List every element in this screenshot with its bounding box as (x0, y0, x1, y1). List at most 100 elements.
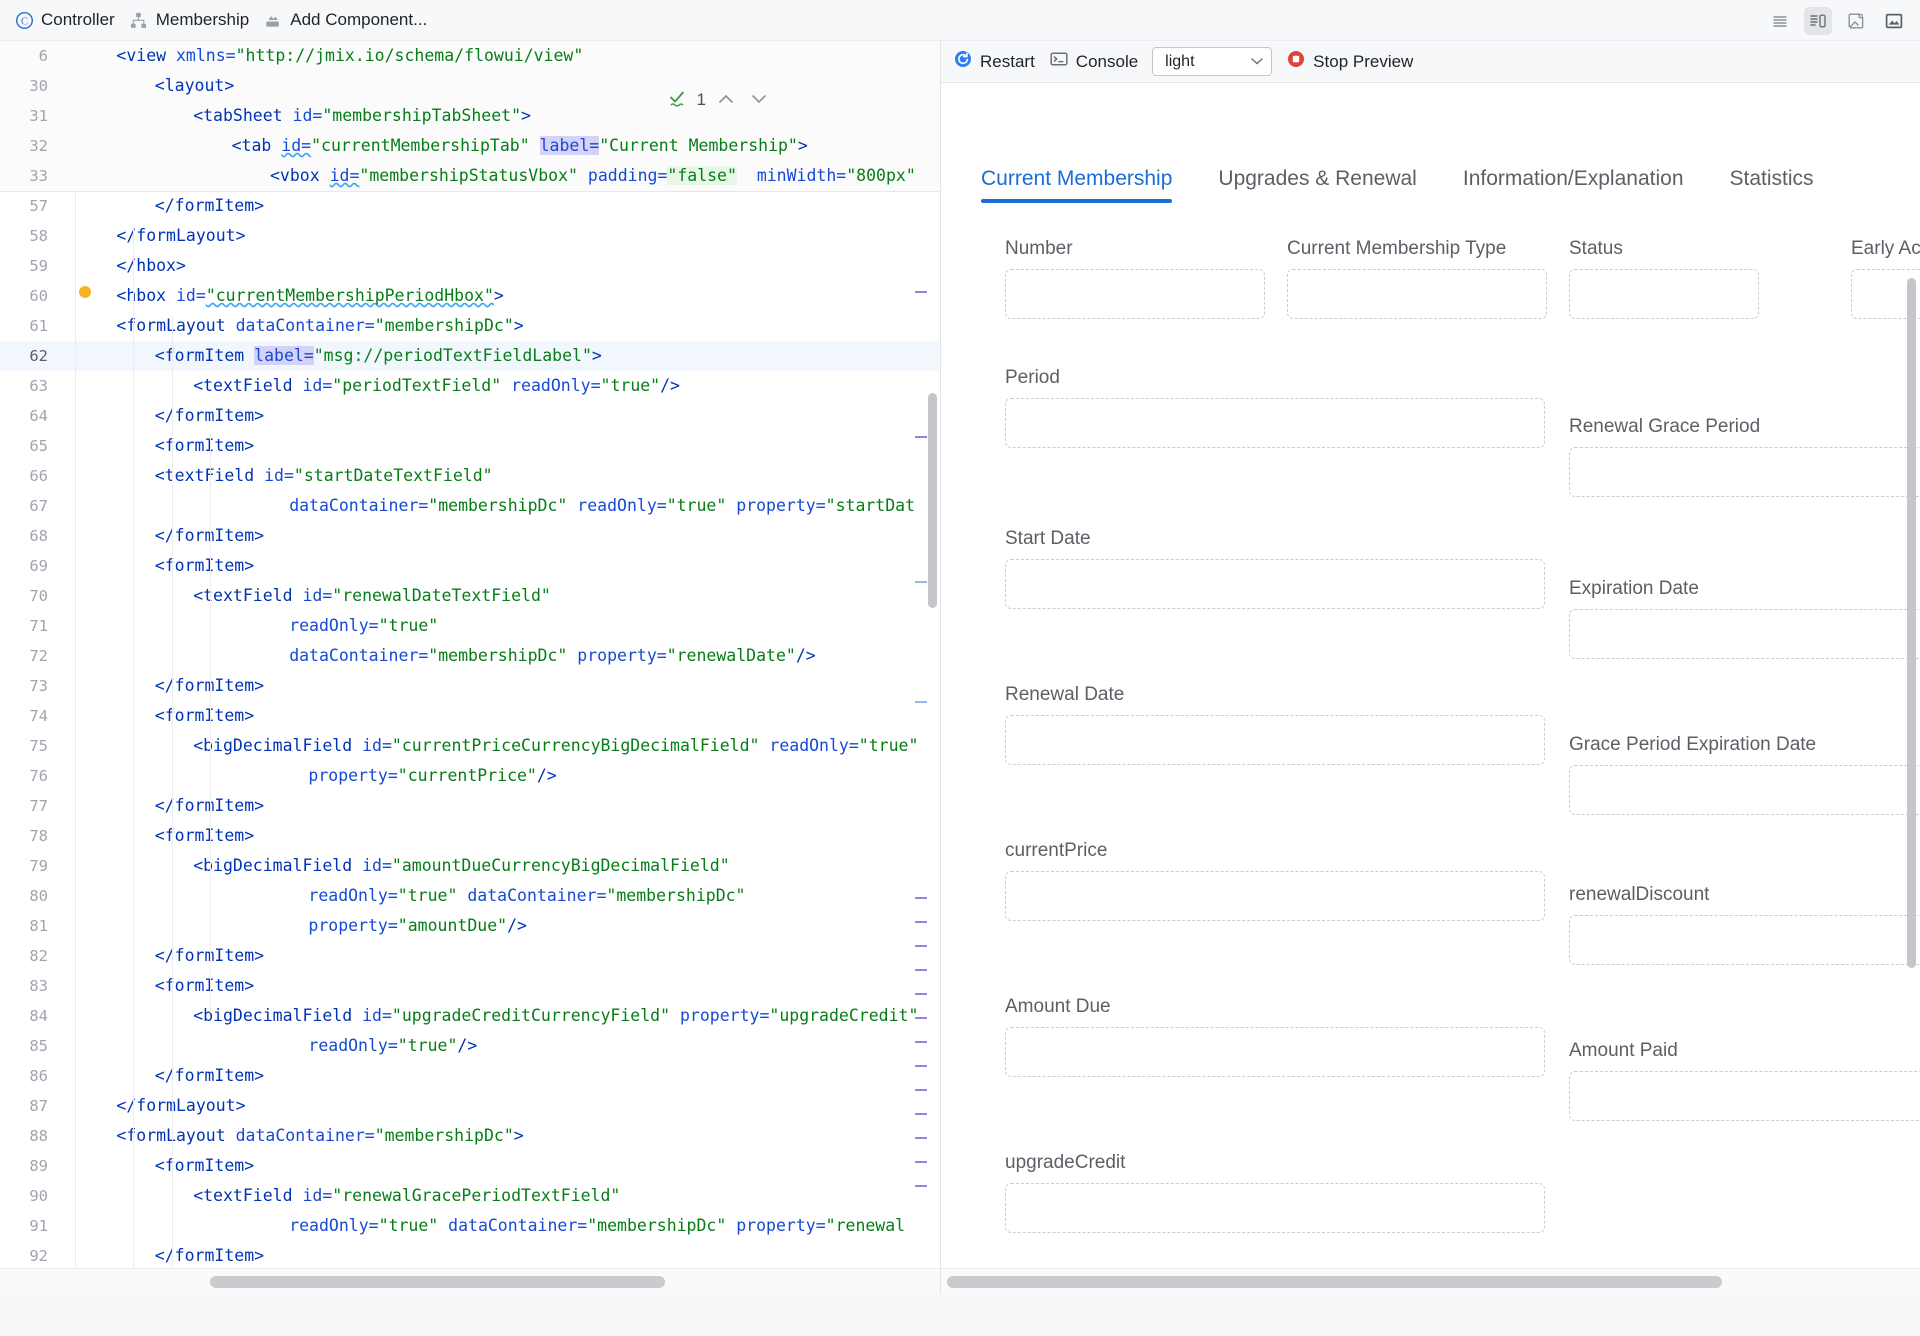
code-line[interactable]: 91 readOnly="true" dataContainer="members… (0, 1211, 940, 1241)
code-line[interactable]: 79 <bigDecimalField id="amountDueCurrency… (0, 851, 940, 881)
error-stripe-mark[interactable] (915, 1113, 927, 1115)
code-line[interactable]: 74 <formItem> (0, 701, 940, 731)
code-line[interactable]: 58 </formLayout> (0, 221, 940, 251)
code-line[interactable]: 64 </formItem> (0, 401, 940, 431)
text-view-icon[interactable] (1766, 7, 1794, 35)
add-component-button[interactable]: Add Component... (259, 8, 437, 32)
preview-canvas[interactable]: Current Membership Upgrades & Renewal Info… (941, 83, 1920, 1294)
restart-button[interactable]: Restart (953, 49, 1035, 74)
code-line[interactable]: 30 <layout> (0, 71, 940, 101)
error-stripe-mark[interactable] (915, 969, 927, 971)
breadcrumb-controller[interactable]: C Controller (10, 8, 125, 32)
code-line[interactable]: 66 <textField id="startDateTextField" (0, 461, 940, 491)
form-field-input[interactable] (1569, 269, 1759, 319)
design-view-icon[interactable] (1880, 7, 1908, 35)
error-stripe-mark[interactable] (915, 581, 927, 583)
code-line[interactable]: 77</formItem> (0, 791, 940, 821)
breadcrumb-membership[interactable]: Membership (125, 8, 260, 32)
intention-bulb-icon[interactable] (79, 286, 91, 298)
code-line[interactable]: 68</formItem> (0, 521, 940, 551)
theme-select[interactable]: light (1152, 47, 1273, 76)
code-line[interactable]: 32 <tab id="currentMembershipTab" label="… (0, 131, 940, 161)
form-field-input[interactable] (1569, 447, 1920, 497)
error-stripe-mark[interactable] (915, 1161, 927, 1163)
error-stripe-mark[interactable] (915, 993, 927, 995)
preview-tab-3[interactable]: Statistics (1730, 158, 1814, 203)
form-field-input[interactable] (1569, 609, 1920, 659)
code-line[interactable]: 92 </formItem> (0, 1241, 940, 1271)
xml-code-editor[interactable]: 57 </formItem> 58 </formLayout> 59 </hbox> 60 <… (0, 41, 941, 1294)
error-stripe-mark[interactable] (915, 897, 927, 899)
error-stripe-mark[interactable] (915, 436, 927, 438)
code-line[interactable]: 78 <formItem> (0, 821, 940, 851)
preview-tab-2[interactable]: Information/Explanation (1463, 158, 1684, 203)
preview-horizontal-scrollbar-thumb[interactable] (947, 1276, 1722, 1288)
form-field-input[interactable] (1005, 269, 1265, 319)
code-line[interactable]: 31 <tabSheet id="membershipTabSheet"> (0, 101, 940, 131)
code-line[interactable]: 72 dataContainer="membershipDc" property=… (0, 641, 940, 671)
error-stripe-mark[interactable] (915, 945, 927, 947)
code-lines[interactable]: 57 </formItem> 58 </formLayout> 59 </hbox> 60 <… (0, 191, 940, 1294)
code-line[interactable]: 85 readOnly="true"/> (0, 1031, 940, 1061)
code-line[interactable]: 71 readOnly="true" (0, 611, 940, 641)
preview-vertical-scrollbar[interactable] (1907, 278, 1916, 968)
error-stripe-mark[interactable] (915, 1041, 927, 1043)
code-line[interactable]: 84 <bigDecimalField id="upgradeCreditCurr… (0, 1001, 940, 1031)
code-line[interactable]: 69 <formItem> (0, 551, 940, 581)
code-line[interactable]: 89 <formItem> (0, 1151, 940, 1181)
code-line[interactable]: 73</formItem> (0, 671, 940, 701)
form-field-input[interactable] (1005, 559, 1545, 609)
error-stripe-mark[interactable] (915, 1065, 927, 1067)
split-view-icon[interactable] (1804, 6, 1832, 35)
code-line[interactable]: 63 <textField id="periodTextField" readOn… (0, 371, 940, 401)
form-field-input[interactable] (1569, 765, 1920, 815)
error-stripe-mark[interactable] (915, 1089, 927, 1091)
code-line[interactable]: 60 <hbox id="currentMembershipPeriodHbox"… (0, 281, 940, 311)
preview-image-icon[interactable] (1842, 7, 1870, 35)
live-preview-pane[interactable]: Restart Console light Stop Preview Curre… (941, 41, 1920, 1294)
code-line[interactable]: 67 dataContainer="membershipDc" readOnly=… (0, 491, 940, 521)
code-line[interactable]: 57 </formItem> (0, 191, 940, 221)
code-line[interactable]: 90 <textField id="renewalGracePeriodTextF… (0, 1181, 940, 1211)
form-field-input[interactable] (1005, 715, 1545, 765)
code-line[interactable]: 61 <formLayout dataContainer="membershipD… (0, 311, 940, 341)
form-field-input[interactable] (1569, 1071, 1920, 1121)
code-line[interactable]: 87 </formLayout> (0, 1091, 940, 1121)
code-line[interactable]: 33 <vbox id="membershipStatusVbox" paddin… (0, 161, 940, 191)
preview-tab-0[interactable]: Current Membership (981, 158, 1173, 203)
code-line[interactable]: 62 <formItem label="msg://periodTextField… (0, 341, 940, 371)
preview-tab-strip[interactable]: Current Membership Upgrades & Renewal Info… (941, 158, 1920, 220)
stop-preview-button[interactable]: Stop Preview (1286, 49, 1413, 74)
error-stripe-mark[interactable] (915, 1137, 927, 1139)
code-line[interactable]: 65 <formItem> (0, 431, 940, 461)
form-field-input[interactable] (1005, 1027, 1545, 1077)
editor-horizontal-scrollbar-thumb[interactable] (210, 1276, 665, 1288)
console-button[interactable]: Console (1049, 49, 1138, 74)
form-field-input[interactable] (1005, 1183, 1545, 1233)
code-line[interactable]: 70 <textField id="renewalDateTextField" (0, 581, 940, 611)
code-line[interactable]: 82</formItem> (0, 941, 940, 971)
code-line[interactable]: 86 </formItem> (0, 1061, 940, 1091)
form-field-label: Amount Paid (1569, 1040, 1678, 1061)
code-line[interactable]: 83 <formItem> (0, 971, 940, 1001)
form-field-input[interactable] (1569, 915, 1920, 965)
code-line[interactable]: 6 <view xmlns="http://jmix.io/schema/flow… (0, 41, 940, 71)
code-line[interactable]: 80 readOnly="true" dataContainer="members… (0, 881, 940, 911)
editor-vertical-scrollbar[interactable] (928, 393, 937, 608)
form-field-input[interactable] (1005, 871, 1545, 921)
code-line[interactable]: 75 <bigDecimalField id="currentPriceCurre… (0, 731, 940, 761)
inspection-next-icon[interactable] (746, 89, 772, 112)
preview-tab-1[interactable]: Upgrades & Renewal (1218, 158, 1416, 203)
form-field-input[interactable] (1287, 269, 1547, 319)
error-stripe-mark[interactable] (915, 701, 927, 703)
error-stripe-mark[interactable] (915, 921, 927, 923)
code-line[interactable]: 76 property="currentPrice"/> (0, 761, 940, 791)
form-field-input[interactable] (1005, 398, 1545, 448)
code-line[interactable]: 88 <formLayout dataContainer="membershipD… (0, 1121, 940, 1151)
error-stripe-mark[interactable] (915, 1017, 927, 1019)
error-stripe-mark[interactable] (915, 291, 927, 293)
error-stripe-mark[interactable] (915, 1185, 927, 1187)
code-line[interactable]: 59 </hbox> (0, 251, 940, 281)
inspection-prev-icon[interactable] (713, 89, 739, 112)
code-line[interactable]: 81 property="amountDue"/> (0, 911, 940, 941)
